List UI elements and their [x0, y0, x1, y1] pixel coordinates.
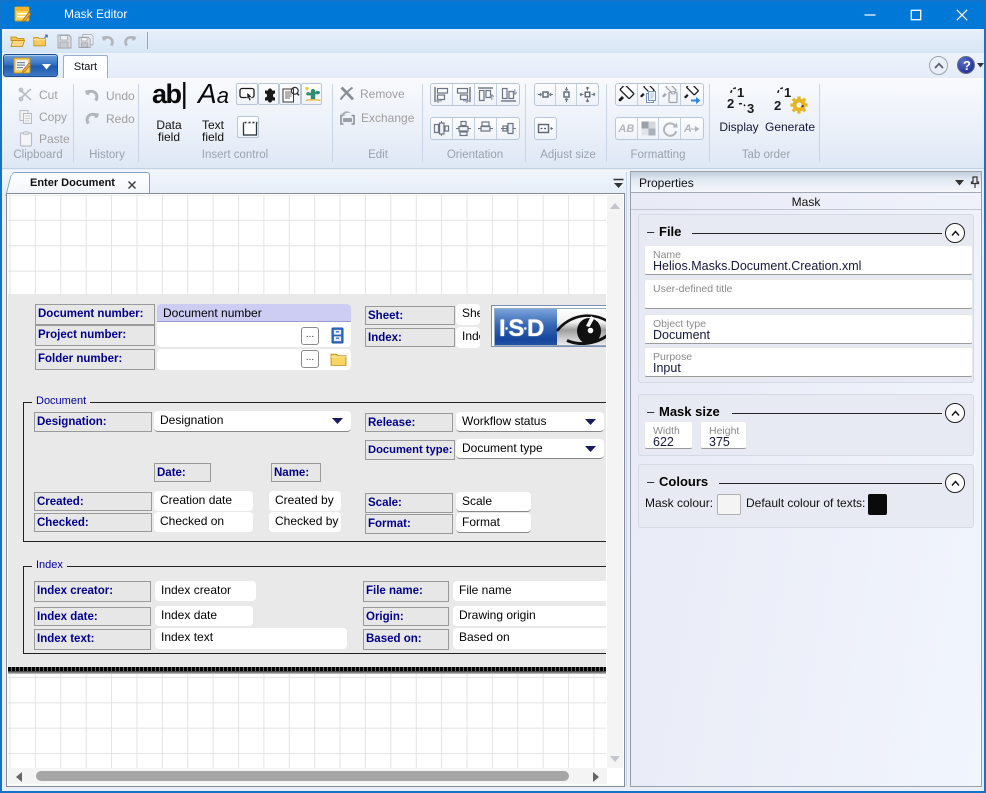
svg-text:2: 2: [727, 96, 734, 111]
svg-text:1: 1: [784, 85, 791, 100]
svg-text:3: 3: [747, 101, 754, 116]
svg-text:2: 2: [774, 98, 781, 113]
svg-text:1: 1: [737, 85, 744, 100]
